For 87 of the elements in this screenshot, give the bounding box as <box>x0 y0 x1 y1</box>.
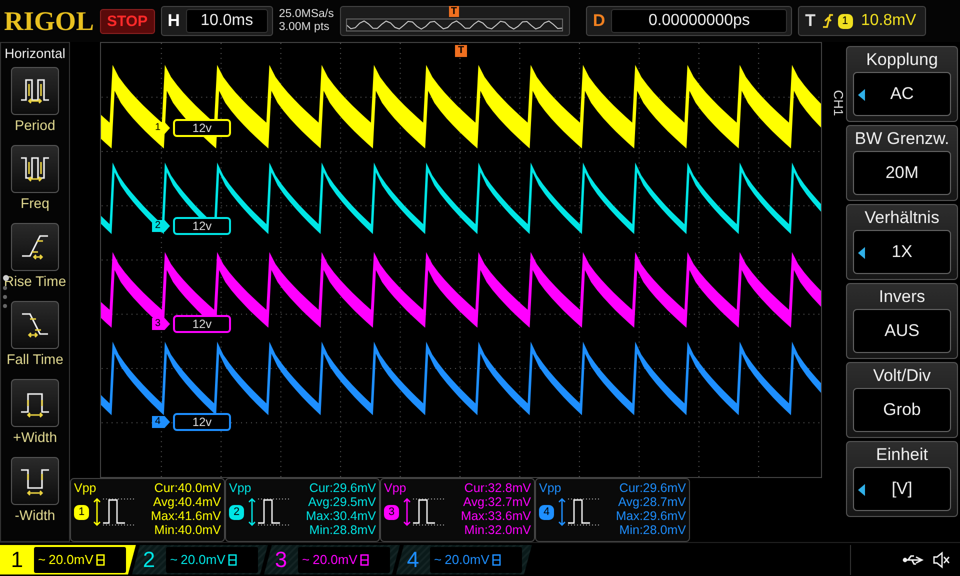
measure-label: Period <box>14 117 56 133</box>
measurement-value: Min:28.8mV <box>309 523 376 537</box>
measurement-type: Vpp <box>539 481 562 495</box>
softkey-title: BW Grenzw. <box>854 128 950 150</box>
measure-label: Freq <box>20 195 50 211</box>
softkey-value: AUS <box>884 321 920 341</box>
channel-badge: 4 <box>539 504 554 520</box>
measurement-value: Cur:40.0mV <box>154 481 221 495</box>
trigger-control[interactable]: T 1 10.8mV <box>798 6 926 36</box>
menu-softkey[interactable]: BW Grenzw. 20M <box>846 125 958 201</box>
softkey-value: 20M <box>885 163 919 183</box>
run-state-indicator[interactable]: STOP <box>100 8 155 34</box>
softkey-value: Grob <box>883 400 921 420</box>
softkey-title: Volt/Div <box>873 365 931 387</box>
measurement-value: Min:28.0mV <box>619 523 686 537</box>
channel-tab[interactable]: 4 ~ 20.0mV <box>396 544 532 574</box>
measurement-type: Vpp <box>384 481 408 495</box>
measure-button[interactable] <box>11 457 59 505</box>
measurement-type: Vpp <box>229 481 252 495</box>
softkey-title: Invers <box>878 286 926 308</box>
measurement-value: Avg:29.5mV <box>308 495 376 509</box>
measure-button[interactable] <box>11 145 59 193</box>
measurement-value: Max:29.6mV <box>616 509 686 523</box>
rising-edge-icon <box>822 13 834 29</box>
channel-title: CH1 <box>830 89 846 118</box>
menu-softkey[interactable]: Invers AUS <box>846 283 958 359</box>
channel-badge: 3 <box>384 504 399 520</box>
channel-badge: 1 <box>74 504 89 520</box>
channel-tab[interactable]: 2 ~ 20.0mV <box>132 544 268 574</box>
delay-control[interactable]: D 0.00000000ps <box>586 6 792 36</box>
measurement-value: Avg:40.4mV <box>153 495 221 509</box>
measurement-type: Vpp <box>74 481 98 495</box>
channel-offset-marker[interactable]: 2 <box>152 220 170 232</box>
measure-button[interactable] <box>11 67 59 115</box>
trigger-position-marker: T <box>448 6 459 17</box>
measure-label: -Width <box>14 507 56 523</box>
measurement-value: Min:32.0mV <box>464 523 531 537</box>
bandwidth-limit-icon <box>360 554 370 566</box>
softkey-title: Verhältnis <box>864 207 940 229</box>
channel-scale: ~ 20.0mV <box>298 546 390 572</box>
channel-tab[interactable]: 3 ~ 20.0mV <box>264 544 400 574</box>
channel-label: 12v <box>173 217 231 235</box>
channel-scale: ~ 20.0mV <box>430 546 522 572</box>
measurement-value: Avg:28.7mV <box>618 495 686 509</box>
measure-label: Fall Time <box>6 351 64 367</box>
measurement-value: Min:40.0mV <box>154 523 221 537</box>
measurement-value: Cur:32.8mV <box>464 481 531 495</box>
bandwidth-limit-icon <box>492 554 502 566</box>
softkey-value: [V] <box>892 479 912 499</box>
memory-depth: 3.00M pts <box>278 21 330 34</box>
brand-logo: RIGOL <box>4 6 94 36</box>
channel-tab[interactable]: 1 ~ 20.0mV <box>0 544 136 574</box>
bandwidth-limit-icon <box>228 554 238 566</box>
sample-rate: 25.0MSa/s <box>278 8 334 21</box>
softkey-title: Einheit <box>876 444 928 466</box>
channel-scale: ~ 20.0mV <box>166 546 258 572</box>
measure-button[interactable] <box>10 223 59 271</box>
menu-title: Horizontal <box>4 45 66 63</box>
channel-scale: ~ 20.0mV <box>34 546 126 572</box>
trigger-source-badge: 1 <box>838 14 853 28</box>
measurement-value: Max:30.4mV <box>306 509 376 523</box>
channel-badge: 2 <box>229 504 244 520</box>
channel-label: 12v <box>173 413 231 431</box>
bandwidth-limit-icon <box>96 554 106 566</box>
measure-label: +Width <box>13 429 57 445</box>
measurement-value: Max:33.6mV <box>460 509 531 523</box>
usb-icon <box>902 554 924 566</box>
channel-offset-marker[interactable]: 4 <box>152 416 170 428</box>
trigger-position-marker[interactable]: T <box>455 45 467 57</box>
softkey-value: AC <box>890 84 914 104</box>
channel-label: 12v <box>173 315 231 333</box>
softkey-title: Kopplung <box>866 49 938 71</box>
menu-softkey[interactable]: Kopplung AC <box>846 46 958 122</box>
measurement-value: Cur:29.6mV <box>619 481 686 495</box>
measurement-value: Cur:29.6mV <box>309 481 376 495</box>
measurement-value: Max:41.6mV <box>150 509 221 523</box>
menu-softkey[interactable]: Verhältnis 1X <box>846 204 958 280</box>
measure-button[interactable] <box>10 301 59 349</box>
channel-label: 12v <box>173 119 231 137</box>
measure-button[interactable] <box>11 379 59 427</box>
channel-offset-marker[interactable]: 3 <box>152 318 170 330</box>
speaker-muted-icon <box>932 550 950 568</box>
menu-softkey[interactable]: Volt/Div Grob <box>846 362 958 438</box>
timebase-control[interactable]: H 10.0ms <box>160 6 273 36</box>
menu-softkey[interactable]: Einheit [V] <box>846 441 958 517</box>
softkey-value: 1X <box>892 242 912 262</box>
measurement-value: Avg:32.7mV <box>463 495 531 509</box>
